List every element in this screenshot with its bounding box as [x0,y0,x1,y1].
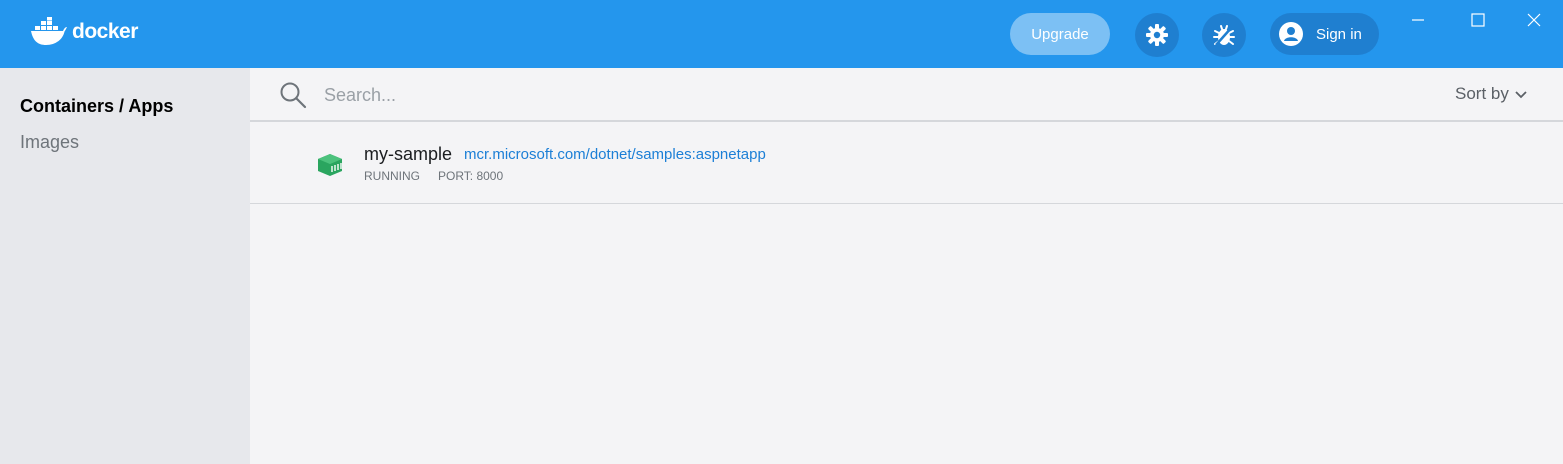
container-name: my-sample [364,144,453,164]
upgrade-button[interactable]: Upgrade [1010,13,1110,55]
user-icon [1279,22,1303,46]
minimize-button[interactable] [1406,8,1430,32]
close-icon [1527,13,1541,27]
search-bar: Sort by [250,68,1563,122]
maximize-button[interactable] [1466,8,1490,32]
chevron-down-icon [1515,91,1527,99]
search-input[interactable] [324,80,1424,110]
maximize-icon [1471,13,1485,27]
search-icon [280,82,307,109]
bug-icon [1213,25,1235,46]
sidebar: Containers / Apps Images [0,68,250,464]
container-running-icon [318,154,342,176]
sign-in-label: Sign in [1316,25,1362,43]
gear-icon [1146,24,1168,46]
sidebar-item-containers-apps[interactable]: Containers / Apps [20,96,173,117]
sort-by-dropdown[interactable]: Sort by [1455,84,1528,104]
sidebar-item-images[interactable]: Images [20,132,79,153]
title-bar: docker Upgrade Sign in [0,0,1563,68]
main-panel: Sort by my-sample mcr.microsoft.com/dotn… [250,68,1563,464]
container-row[interactable]: my-sample mcr.microsoft.com/dotnet/sampl… [250,124,1563,204]
whale-icon [31,17,67,45]
container-image-link[interactable]: mcr.microsoft.com/dotnet/samples:aspneta… [464,146,766,163]
logo-text: docker [72,20,138,43]
container-port: PORT: 8000 [438,169,504,183]
minimize-icon [1412,19,1424,21]
close-button[interactable] [1522,8,1546,32]
settings-button[interactable] [1135,13,1179,57]
sign-in-button[interactable]: Sign in [1270,13,1379,55]
troubleshoot-button[interactable] [1202,13,1246,57]
container-status: RUNNING [364,169,420,183]
sort-by-label: Sort by [1455,84,1509,103]
docker-logo: docker [30,17,138,47]
